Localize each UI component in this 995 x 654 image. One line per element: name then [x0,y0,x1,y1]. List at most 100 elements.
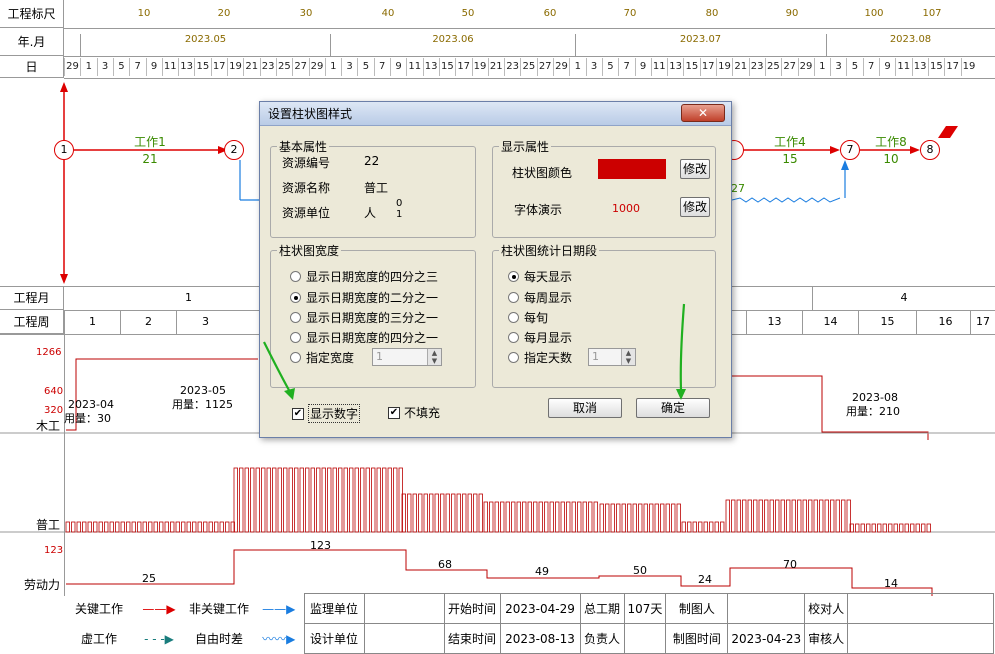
laborer-bar [277,467,282,533]
labor-value-1: 25 [142,572,156,585]
period-option-custom-days[interactable]: 指定天数 [508,349,572,366]
laborer-bar [104,521,109,533]
total-value: 107天 [623,593,667,624]
laborer-bar [423,493,428,533]
laborer-bar [451,493,456,533]
width-option-one-third[interactable]: 显示日期宽度的三分之一 [290,309,438,326]
period-option-monthly[interactable]: 每月显示 [508,329,572,346]
laborer-bar [283,467,288,533]
width-option-custom[interactable]: 指定宽度 [290,349,354,366]
laborer-bar [214,521,219,533]
node-1[interactable]: 1 [54,140,74,160]
laborer-bar [365,467,370,533]
owner-label: 负责人 [579,623,625,654]
ruler-tick: 10 [137,8,151,19]
laborer-bar [921,523,926,533]
day-header-cell: 19 [960,58,977,76]
laborer-bar [877,523,882,533]
legend-critical: 关键工作 [74,602,123,616]
end-value: 2023-08-13 [499,623,581,654]
week-cell: 13 [746,310,802,334]
day-header-cell: 7 [618,58,634,76]
task-4-duration: 15 [782,152,798,166]
laborer-bar [605,503,610,533]
laborer-bar [649,503,654,533]
laborer-bar [360,467,365,533]
modify-color-button[interactable]: 修改 [680,159,710,179]
width-option-three-quarters[interactable]: 显示日期宽度的四分之三 [290,268,438,285]
task-8-name[interactable]: 工作8 [862,133,920,150]
laborer-bar [899,523,904,533]
laborer-bar [327,467,332,533]
ruler-tick: 80 [705,8,719,19]
ok-button[interactable]: 确定 [636,398,710,418]
node-8[interactable]: 8 [920,140,940,160]
labor-value-5: 50 [633,564,647,577]
display-props-group: 显示属性 [492,138,716,238]
day-header-cell: 3 [585,58,602,76]
laborer-bar [98,521,103,533]
day-header-cell: 13 [911,58,928,76]
drawtime-label: 制图时间 [665,623,729,654]
spinner-arrows-icon[interactable]: ▲ ▼ [427,349,441,365]
day-header-cell: 23 [504,58,520,76]
modify-font-button[interactable]: 修改 [680,197,710,217]
laborer-bar [294,467,299,533]
laborer-bar [87,521,92,533]
task-1-name[interactable]: 工作1 [120,133,180,150]
start-value: 2023-04-29 [499,593,581,624]
days-spinner[interactable]: 1 ▲ ▼ [588,348,636,366]
laborer-bar [627,503,632,533]
checker-label: 校对人 [804,593,849,624]
width-option-quarter[interactable]: 显示日期宽度的四分之一 [290,329,438,346]
laborer-bar [407,493,412,533]
legend-dummy-arrow: - - -▶ [144,631,174,646]
day-header-cell: 17 [699,58,716,76]
ruler-tick: 90 [785,8,799,19]
laborer-bar [266,467,271,533]
legend-noncritical: 非关键工作 [188,602,249,616]
day-header-cell: 13 [178,58,194,76]
day-header-cell: 15 [194,58,210,76]
laborer-bar [709,521,714,533]
radio-icon [290,271,301,282]
labor-max-tick: 123 [44,545,64,556]
stat-period-legend: 柱状图统计日期段 [501,244,598,258]
width-option-half[interactable]: 显示日期宽度的二分之一 [290,289,438,306]
supervisor-label: 监理单位 [303,593,365,624]
width-spinner[interactable]: 1 ▲ ▼ [372,348,442,366]
spinner-arrows-icon[interactable]: ▲ ▼ [621,349,635,365]
laborer-bar [208,521,213,533]
laborer-bar [467,493,472,533]
day-header-cell: 5 [846,58,862,76]
week-cell: 3 [176,310,234,334]
day-header-cell: 15 [683,58,699,76]
bar-color-swatch[interactable] [598,159,666,179]
bar-color-label: 柱状图颜色 [512,166,573,180]
drawer-label: 制图人 [665,593,729,624]
cancel-button[interactable]: 取消 [548,398,622,418]
laborer-bar [676,503,681,533]
period-option-dekad[interactable]: 每旬 [508,309,548,326]
total-label: 总工期 [579,593,625,624]
close-button[interactable]: ✕ [681,104,725,122]
laborer-bar [434,493,439,533]
no-fill-checkbox[interactable]: ✔ 不填充 [388,404,440,421]
legend-float: 自由时差 [194,632,243,646]
show-number-checkbox[interactable]: ✔ 显示数字 [292,404,361,423]
laborer-bar [830,499,835,533]
day-header-cell: 1 [324,58,341,76]
laborer-bar [489,501,494,533]
node-7[interactable]: 7 [840,140,860,160]
node-2[interactable]: 2 [224,140,244,160]
legend-noncritical-arrow: ——▶ [262,601,296,616]
radio-icon [290,352,301,363]
task-4-name[interactable]: 工作4 [760,133,820,150]
period-option-daily[interactable]: 每天显示 [508,268,572,285]
resource-name-label: 资源名称 [282,181,331,195]
week-cell: 15 [858,310,916,334]
period-option-weekly[interactable]: 每周显示 [508,289,572,306]
radio-icon [508,352,519,363]
laborer-bar [219,521,224,533]
laborer-bar [93,521,98,533]
